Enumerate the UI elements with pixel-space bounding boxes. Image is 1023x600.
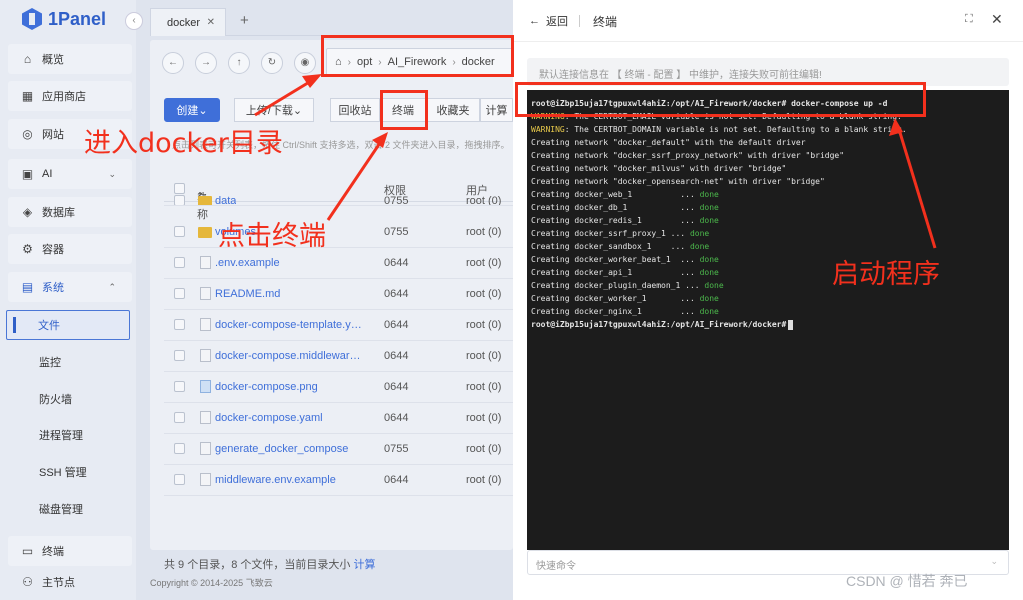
- annotation-enter-dir: 进入docker目录: [84, 128, 283, 159]
- annotation-arrows: [254, 74, 937, 249]
- collapse-sidebar-button[interactable]: ‹: [125, 12, 143, 30]
- arrow-to-command: [896, 125, 937, 249]
- arrow-to-path: [254, 76, 317, 117]
- annotation-start-program: 启动程序: [832, 259, 940, 290]
- arrowhead-terminal: [372, 132, 388, 148]
- arrow-to-terminal-button: [326, 139, 384, 221]
- annotation-click-terminal: 点击终端: [218, 221, 326, 252]
